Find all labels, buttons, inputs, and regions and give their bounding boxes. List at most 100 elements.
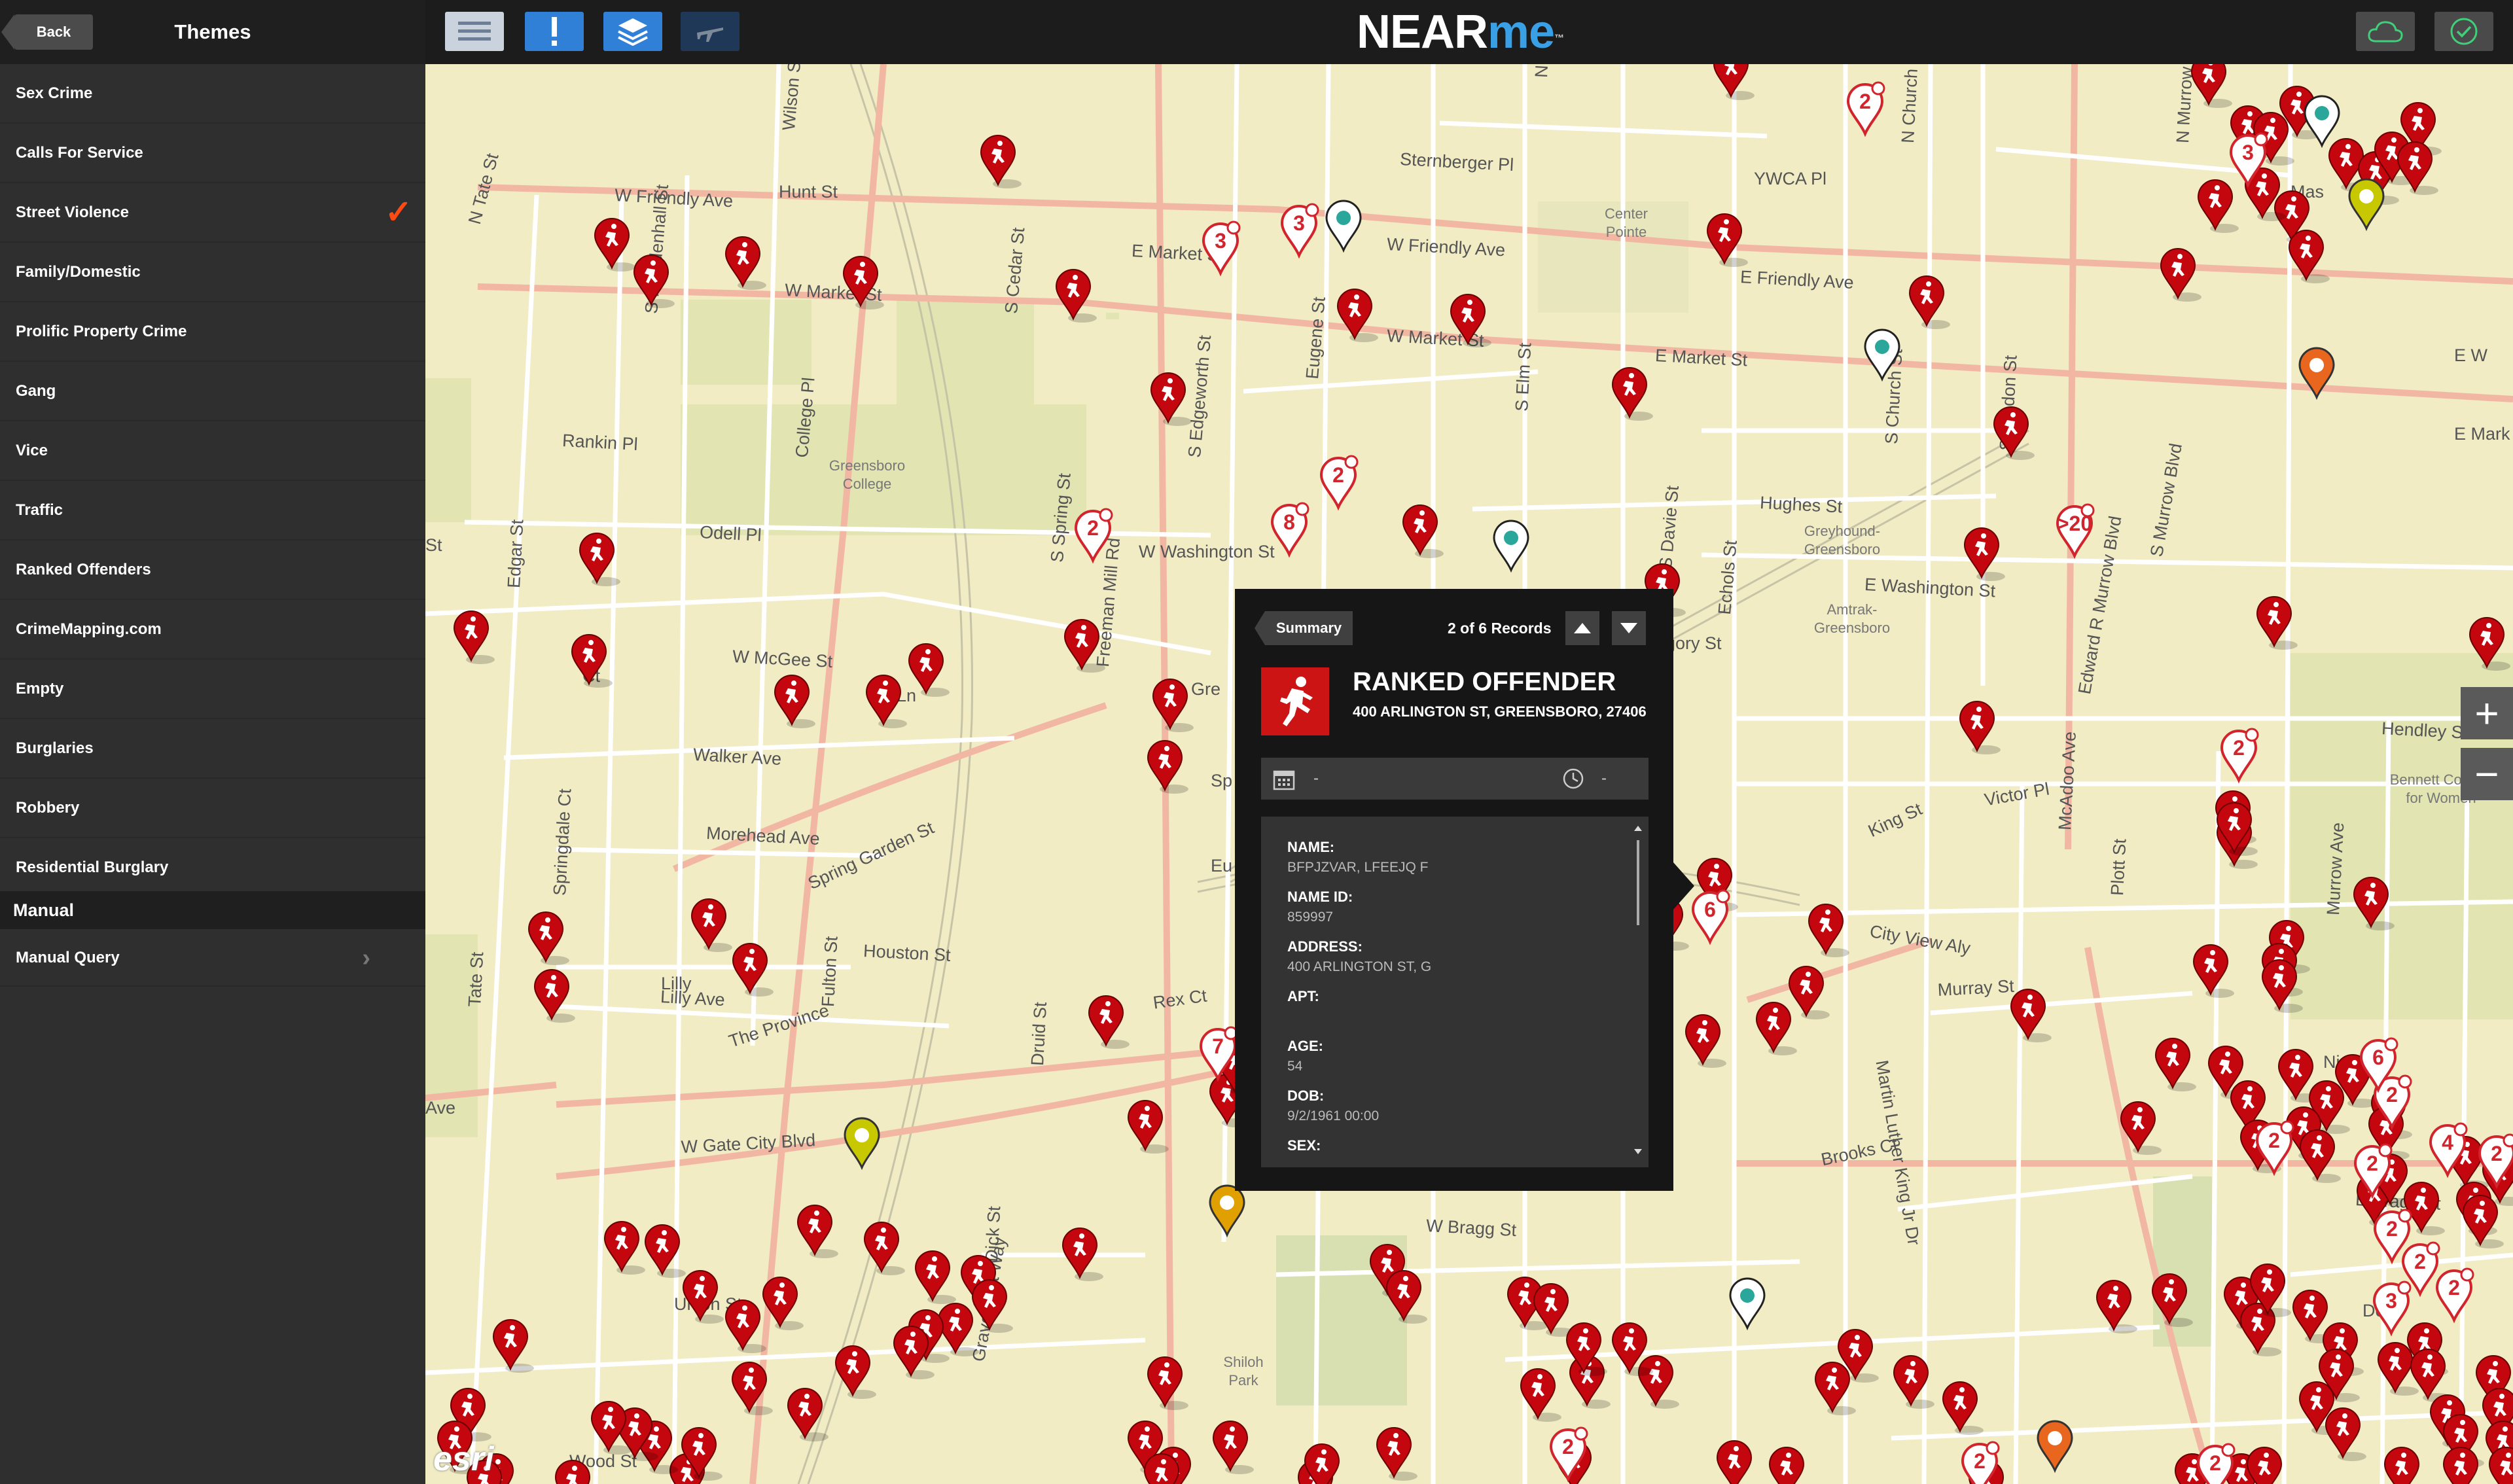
street-violence-marker[interactable] [1063, 619, 1105, 673]
street-violence-marker[interactable] [1716, 1440, 1758, 1484]
vice-marker[interactable] [844, 1117, 880, 1171]
street-violence-marker[interactable] [1706, 213, 1748, 267]
street-violence-marker[interactable] [1385, 1270, 1427, 1324]
street-violence-marker[interactable] [980, 135, 1022, 188]
zoom-in-button[interactable]: + [2461, 687, 2513, 739]
street-violence-marker[interactable] [1336, 289, 1378, 342]
street-violence-marker[interactable] [690, 898, 732, 952]
street-violence-marker[interactable] [1713, 64, 1755, 100]
street-violence-marker[interactable] [2010, 989, 2052, 1042]
street-violence-marker[interactable] [731, 1362, 773, 1415]
street-violence-marker[interactable] [1055, 269, 1097, 323]
previous-record-button[interactable] [1565, 611, 1599, 645]
street-violence-marker[interactable] [579, 533, 620, 586]
manual-query-item[interactable]: Manual Query › [0, 929, 425, 987]
traffic-marker[interactable] [1209, 1184, 1245, 1238]
street-violence-marker[interactable] [1088, 995, 1130, 1049]
street-violence-marker[interactable] [2151, 1273, 2193, 1327]
street-violence-marker[interactable] [914, 1250, 956, 1304]
street-violence-marker[interactable] [2468, 617, 2510, 671]
cluster-marker[interactable]: 2 [2435, 1267, 2474, 1324]
street-violence-marker[interactable] [2325, 1407, 2366, 1461]
theme-item[interactable]: Traffic [0, 481, 425, 540]
menu-button[interactable] [445, 12, 504, 51]
street-violence-marker[interactable] [1893, 1355, 1934, 1409]
theme-item[interactable]: Robbery [0, 779, 425, 838]
record-details[interactable]: NAME: BFPJZVAR, LFEEJQ F NAME ID: 859997 ADD… [1261, 817, 1649, 1167]
street-violence-marker[interactable] [1152, 679, 1194, 732]
details-scrollbar[interactable] [1633, 824, 1643, 1158]
theme-item[interactable]: Calls For Service [0, 124, 425, 183]
street-violence-marker[interactable] [1611, 367, 1653, 421]
back-button[interactable]: Back [1, 14, 93, 50]
street-violence-marker[interactable] [2190, 64, 2232, 108]
theme-item[interactable]: Gang [0, 362, 425, 421]
street-violence-marker[interactable] [1993, 406, 2035, 460]
street-violence-marker[interactable] [1788, 966, 1830, 1019]
gang-marker[interactable] [2037, 1420, 2073, 1474]
street-violence-marker[interactable] [1450, 294, 1491, 347]
street-violence-marker[interactable] [732, 943, 774, 997]
street-violence-marker[interactable] [2383, 1447, 2425, 1484]
status-ok-button[interactable] [2434, 12, 2493, 51]
theme-item[interactable]: Prolific Property Crime [0, 302, 425, 362]
street-violence-marker[interactable] [603, 1221, 645, 1275]
street-violence-marker[interactable] [2403, 1182, 2445, 1235]
cluster-marker[interactable]: 3 [1280, 203, 1319, 259]
calls-for-service-marker[interactable] [1864, 328, 1900, 382]
theme-item[interactable]: Burglaries [0, 719, 425, 779]
gang-marker[interactable] [2298, 347, 2335, 400]
street-violence-marker[interactable] [633, 255, 675, 308]
street-violence-marker[interactable] [2160, 248, 2201, 302]
street-violence-marker[interactable] [2120, 1101, 2162, 1155]
street-violence-marker[interactable] [533, 969, 575, 1023]
street-violence-marker[interactable] [554, 1460, 596, 1484]
street-violence-marker[interactable] [2299, 1129, 2341, 1183]
street-violence-marker[interactable] [2410, 1349, 2451, 1402]
street-violence-marker[interactable] [571, 634, 613, 688]
summary-button[interactable]: Summary [1255, 611, 1353, 645]
vice-marker[interactable] [2348, 178, 2385, 232]
street-violence-marker[interactable] [1127, 1100, 1169, 1154]
street-violence-marker[interactable] [834, 1345, 876, 1399]
theme-item[interactable]: Family/Domestic [0, 243, 425, 302]
alerts-button[interactable] [525, 12, 584, 51]
street-violence-marker[interactable] [2256, 596, 2298, 650]
street-violence-marker[interactable] [1942, 1381, 1984, 1435]
street-violence-marker[interactable] [492, 1319, 534, 1373]
street-violence-marker[interactable] [774, 675, 815, 728]
street-violence-marker[interactable] [842, 256, 884, 309]
street-violence-marker[interactable] [724, 236, 766, 290]
street-violence-marker[interactable] [527, 911, 569, 965]
cluster-marker[interactable]: 8 [1270, 502, 1310, 558]
street-violence-marker[interactable] [1520, 1368, 1561, 1422]
street-violence-marker[interactable] [1402, 504, 1444, 558]
layers-button[interactable] [603, 12, 662, 51]
theme-item[interactable]: Sex Crime [0, 64, 425, 124]
street-violence-marker[interactable] [1959, 701, 2001, 754]
next-record-button[interactable] [1612, 611, 1646, 645]
cluster-marker[interactable]: 2 [1319, 455, 1359, 511]
street-violence-marker[interactable] [2246, 1447, 2288, 1484]
street-violence-marker[interactable] [1808, 904, 1849, 957]
sync-button[interactable] [2356, 12, 2415, 51]
calls-for-service-marker[interactable] [1493, 520, 1529, 573]
street-violence-marker[interactable] [2442, 1447, 2484, 1484]
street-violence-marker[interactable] [1637, 1355, 1679, 1409]
theme-item[interactable]: Vice [0, 421, 425, 481]
street-violence-marker[interactable] [863, 1222, 905, 1275]
calls-for-service-marker[interactable] [1325, 200, 1362, 253]
street-violence-marker[interactable] [908, 643, 950, 697]
street-violence-marker[interactable] [1212, 1421, 1254, 1474]
street-violence-marker[interactable] [865, 675, 907, 728]
street-violence-marker[interactable] [2154, 1038, 2196, 1091]
street-violence-marker[interactable] [937, 1303, 979, 1356]
zoom-out-button[interactable]: − [2461, 748, 2513, 800]
street-violence-marker[interactable] [2197, 179, 2239, 233]
cluster-marker[interactable]: 2 [1846, 81, 1885, 137]
theme-item[interactable]: Ranked Offenders [0, 540, 425, 600]
theme-item[interactable]: Residential Burglary [0, 838, 425, 898]
cluster-marker[interactable]: 3 [2372, 1281, 2412, 1337]
street-violence-marker[interactable] [1963, 527, 2005, 581]
cluster-marker[interactable]: 2 [2220, 728, 2259, 784]
